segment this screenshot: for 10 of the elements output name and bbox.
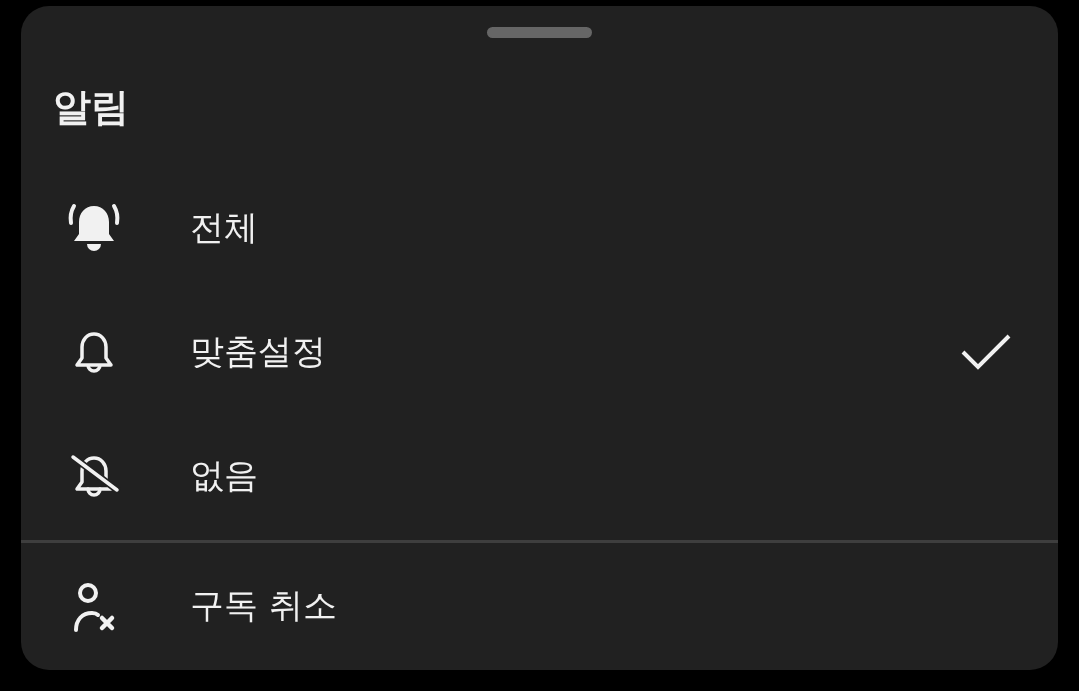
option-label: 전체	[190, 205, 259, 249]
notification-option[interactable]: 맞춤설정	[21, 289, 1058, 415]
option-label: 구독 취소	[190, 584, 338, 628]
drag-handle[interactable]	[487, 27, 592, 38]
notification-option[interactable]: 전체	[21, 165, 1058, 290]
unsubscribe-option[interactable]: 구독 취소	[21, 542, 1058, 670]
option-label: 맞춤설정	[190, 330, 327, 374]
option-label: 없음	[190, 454, 259, 498]
notification-option[interactable]: 없음	[21, 414, 1058, 539]
sheet-title: 알림	[53, 84, 130, 131]
